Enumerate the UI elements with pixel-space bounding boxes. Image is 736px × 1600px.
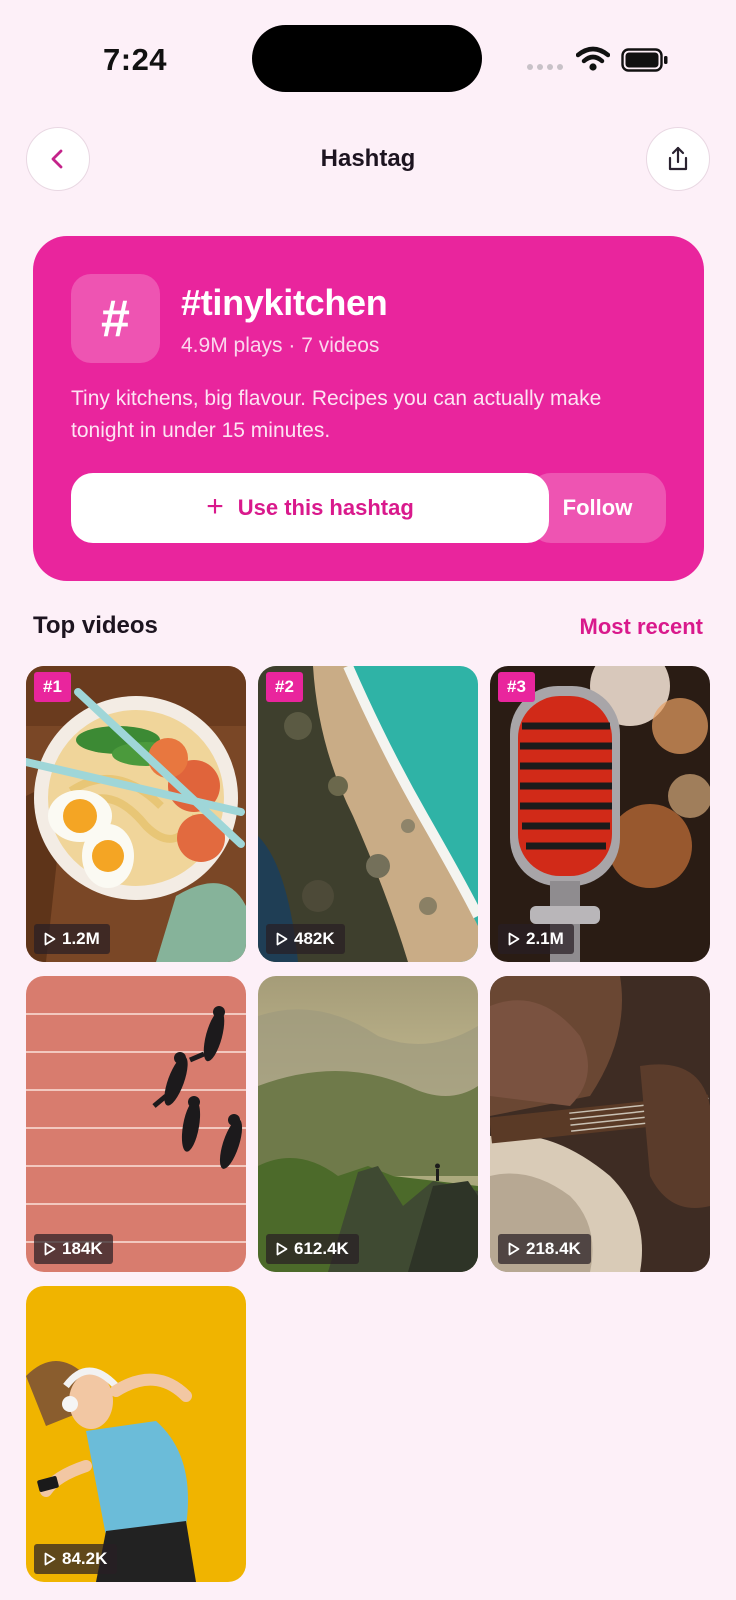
video-tile[interactable]: 84.2K	[26, 1286, 246, 1582]
hashtag-icon: #	[71, 274, 160, 363]
view-count-label: 612.4K	[294, 1239, 349, 1258]
sort-most-recent-link[interactable]: Most recent	[580, 614, 703, 640]
dancing-headphones-icon	[26, 1286, 246, 1582]
play-icon	[276, 1242, 288, 1256]
video-tile[interactable]: #2 482K	[258, 666, 478, 962]
play-icon	[508, 932, 520, 946]
view-count: 2.1M	[498, 924, 574, 954]
video-tile[interactable]: 184K	[26, 976, 246, 1272]
video-tile[interactable]: 218.4K	[490, 976, 710, 1272]
rank-badge: #2	[266, 672, 303, 702]
share-icon	[668, 146, 688, 171]
view-count-label: 184K	[62, 1239, 103, 1258]
page-title: Hashtag	[320, 145, 416, 172]
view-count: 612.4K	[266, 1234, 359, 1264]
guitar-icon	[490, 976, 710, 1272]
status-time: 7:24	[103, 42, 168, 77]
plus-icon: +	[206, 489, 224, 523]
play-icon	[44, 1242, 56, 1256]
mountain-hiker-icon	[258, 976, 478, 1272]
play-icon	[276, 932, 288, 946]
share-button[interactable]	[646, 127, 710, 191]
rank-badge: #1	[34, 672, 71, 702]
view-count-label: 2.1M	[526, 929, 564, 948]
use-hashtag-button[interactable]: + Use this hashtag	[71, 473, 549, 543]
ramen-bowl-icon	[26, 666, 246, 962]
video-tile[interactable]: #3 2.1M	[490, 666, 710, 962]
use-hashtag-label: Use this hashtag	[237, 495, 414, 520]
hashtag-description: Tiny kitchens, big flavour. Recipes you …	[71, 387, 602, 442]
view-count: 482K	[266, 924, 345, 954]
aerial-beach-icon	[258, 666, 478, 962]
view-count: 184K	[34, 1234, 113, 1264]
play-icon	[44, 932, 56, 946]
hashtag-title: #tinykitchen	[181, 282, 388, 323]
view-count-label: 84.2K	[62, 1549, 108, 1568]
view-count-label: 482K	[294, 929, 335, 948]
microphone-icon	[490, 666, 710, 962]
hashtag-hero-card: # #tinykitchen 4.9M plays · 7 videos Tin…	[33, 236, 704, 581]
runners-track-icon	[26, 976, 246, 1272]
status-bar: 7:24	[0, 0, 736, 110]
cellular-signal-icon	[527, 64, 563, 70]
video-tile[interactable]: #1 1.2M	[26, 666, 246, 962]
play-icon	[508, 1242, 520, 1256]
view-count: 84.2K	[34, 1544, 118, 1574]
play-icon	[44, 1552, 56, 1566]
battery-icon	[621, 48, 668, 72]
view-count-label: 1.2M	[62, 929, 100, 948]
rank-badge: #3	[498, 672, 535, 702]
view-count-label: 218.4K	[526, 1239, 581, 1258]
view-count: 218.4K	[498, 1234, 591, 1264]
dynamic-island	[252, 25, 482, 92]
wifi-icon	[576, 46, 610, 71]
hashtag-stats: 4.9M plays · 7 videos	[181, 334, 380, 357]
view-count: 1.2M	[34, 924, 110, 954]
section-title: Top videos	[33, 612, 158, 639]
video-tile[interactable]: 612.4K	[258, 976, 478, 1272]
follow-button[interactable]: Follow	[529, 473, 666, 543]
